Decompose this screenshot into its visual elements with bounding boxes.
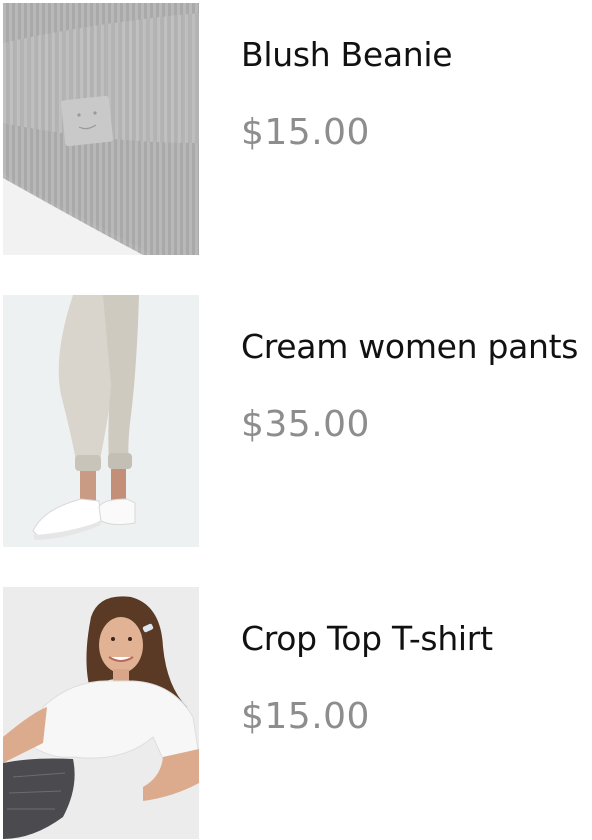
product-name[interactable]: Crop Top T-shirt xyxy=(241,619,493,658)
product-price: $15.00 xyxy=(241,112,370,153)
product-card-crop-top-t-shirt[interactable]: Crop Top T-shirt $15.00 xyxy=(0,587,592,839)
product-card-blush-beanie[interactable]: Blush Beanie $15.00 xyxy=(0,3,592,255)
beanie-image[interactable] xyxy=(3,3,199,255)
product-list: Blush Beanie $15.00 Cream women pants $3… xyxy=(0,0,592,840)
tshirt-image[interactable] xyxy=(3,587,199,839)
product-price: $35.00 xyxy=(241,404,370,445)
pants-image[interactable] xyxy=(3,295,199,547)
product-price: $15.00 xyxy=(241,696,370,737)
product-name[interactable]: Cream women pants xyxy=(241,327,579,366)
product-card-cream-women-pants[interactable]: Cream women pants $35.00 xyxy=(0,295,592,547)
product-name[interactable]: Blush Beanie xyxy=(241,35,453,74)
